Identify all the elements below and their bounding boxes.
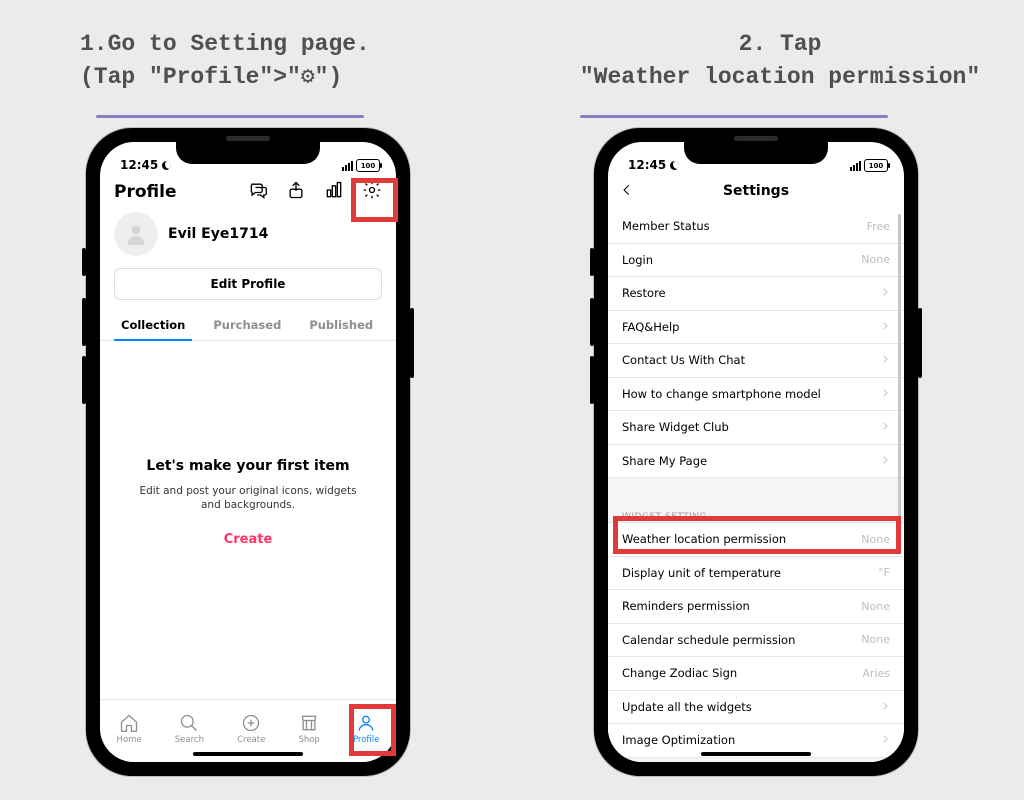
chevron-right-icon <box>880 700 890 714</box>
settings-row-a-3[interactable]: FAQ&Help <box>608 311 904 345</box>
empty-state: Let's make your first item Edit and post… <box>100 458 396 547</box>
tab-home-label: Home <box>117 735 142 745</box>
settings-row-a-5[interactable]: How to change smartphone model <box>608 378 904 412</box>
tab-home[interactable]: Home <box>117 713 142 745</box>
tab-create-label: Create <box>237 735 265 745</box>
settings-row-value: None <box>861 533 890 546</box>
step1-caption: 1.Go to Setting page. (Tap "Profile">"⚙"… <box>80 28 440 95</box>
chevron-right-icon <box>880 387 890 401</box>
tab-profile[interactable]: Profile <box>353 713 379 745</box>
back-button[interactable] <box>620 182 634 201</box>
chat-icon[interactable] <box>248 180 268 204</box>
step1-underline <box>96 115 364 118</box>
avatar[interactable] <box>114 212 158 256</box>
username: Evil Eye1714 <box>168 226 268 242</box>
profile-tabs: Collection Purchased Published Draft <box>100 310 396 341</box>
settings-row-a-4[interactable]: Contact Us With Chat <box>608 344 904 378</box>
step2-underline <box>580 115 888 118</box>
settings-row-label: Login <box>622 253 653 267</box>
settings-row-label: Image Optimization <box>622 733 735 747</box>
status-time: 12:45 <box>120 158 158 172</box>
tab-published[interactable]: Published <box>302 310 380 340</box>
tab-search[interactable]: Search <box>175 713 204 745</box>
settings-row-label: Contact Us With Chat <box>622 353 745 367</box>
settings-row-value: None <box>861 253 890 266</box>
tab-profile-label: Profile <box>353 735 379 745</box>
settings-row-label: Calendar schedule permission <box>622 633 795 647</box>
step2-caption: 2. Tap "Weather location permission" <box>570 28 990 95</box>
settings-row-label: Restore <box>622 286 666 300</box>
settings-row-a-1[interactable]: Login None <box>608 244 904 278</box>
settings-row-label: Reminders permission <box>622 599 750 613</box>
page-title: Profile <box>114 182 176 202</box>
share-icon[interactable] <box>286 180 306 204</box>
dnd-icon <box>162 161 171 170</box>
settings-row-b-5[interactable]: Update all the widgets <box>608 691 904 725</box>
battery-icon: 100 <box>864 159 888 172</box>
chevron-right-icon <box>880 320 890 334</box>
settings-row-label: Weather location permission <box>622 532 786 546</box>
settings-row-label: Display unit of temperature <box>622 566 781 580</box>
section-widget-setting: WIDGET SETTING <box>608 478 904 523</box>
chevron-right-icon <box>880 286 890 300</box>
signal-icon <box>342 161 353 171</box>
dnd-icon <box>670 161 679 170</box>
settings-row-value: None <box>861 633 890 646</box>
battery-icon: 100 <box>356 159 380 172</box>
settings-row-value: Free <box>867 220 890 233</box>
empty-title: Let's make your first item <box>130 458 366 474</box>
settings-row-a-6[interactable]: Share Widget Club <box>608 411 904 445</box>
settings-row-value: Aries <box>862 667 890 680</box>
status-time: 12:45 <box>628 158 666 172</box>
settings-row-b-2[interactable]: Reminders permission None <box>608 590 904 624</box>
empty-subtitle: Edit and post your original icons, widge… <box>130 484 366 512</box>
tab-draft[interactable]: Draft <box>394 310 396 340</box>
chevron-right-icon <box>880 733 890 747</box>
settings-row-a-2[interactable]: Restore <box>608 277 904 311</box>
chevron-right-icon <box>880 454 890 468</box>
settings-row-label: Share Widget Club <box>622 420 729 434</box>
settings-row-value: °F <box>878 566 890 579</box>
settings-row-label: Update all the widgets <box>622 700 752 714</box>
settings-list[interactable]: Member Status Free Login None Restore FAQ&Hel… <box>608 210 904 762</box>
stats-icon[interactable] <box>324 180 344 204</box>
signal-icon <box>850 161 861 171</box>
tab-shop-label: Shop <box>298 735 319 745</box>
create-link[interactable]: Create <box>130 532 366 547</box>
chevron-right-icon <box>880 353 890 367</box>
edit-profile-button[interactable]: Edit Profile <box>114 268 382 300</box>
phone-settings: 12:45 100 Settings Member Status Free Logi… <box>594 128 918 776</box>
settings-row-label: Change Zodiac Sign <box>622 666 737 680</box>
settings-row-b-0[interactable]: Weather location permission None <box>608 523 904 557</box>
settings-row-label: Share My Page <box>622 454 707 468</box>
tab-search-label: Search <box>175 735 204 745</box>
settings-row-label: Member Status <box>622 219 710 233</box>
home-indicator <box>701 752 811 756</box>
settings-title: Settings <box>723 183 789 199</box>
settings-row-label: FAQ&Help <box>622 320 679 334</box>
tab-shop[interactable]: Shop <box>298 713 319 745</box>
chevron-right-icon <box>880 420 890 434</box>
scrollbar[interactable] <box>898 214 901 524</box>
settings-row-label: How to change smartphone model <box>622 387 821 401</box>
settings-row-a-7[interactable]: Share My Page <box>608 445 904 479</box>
phone-profile: 12:45 100 Profile <box>86 128 410 776</box>
tab-purchased[interactable]: Purchased <box>206 310 288 340</box>
section-others: OTHERS <box>608 758 904 763</box>
settings-row-a-0[interactable]: Member Status Free <box>608 210 904 244</box>
settings-header: Settings <box>608 172 904 211</box>
tab-collection[interactable]: Collection <box>114 310 192 340</box>
settings-row-b-3[interactable]: Calendar schedule permission None <box>608 624 904 658</box>
gear-icon[interactable] <box>362 180 382 204</box>
settings-row-b-4[interactable]: Change Zodiac Sign Aries <box>608 657 904 691</box>
home-indicator <box>193 752 303 756</box>
settings-row-value: None <box>861 600 890 613</box>
tab-create[interactable]: Create <box>237 713 265 745</box>
settings-row-b-1[interactable]: Display unit of temperature °F <box>608 557 904 591</box>
